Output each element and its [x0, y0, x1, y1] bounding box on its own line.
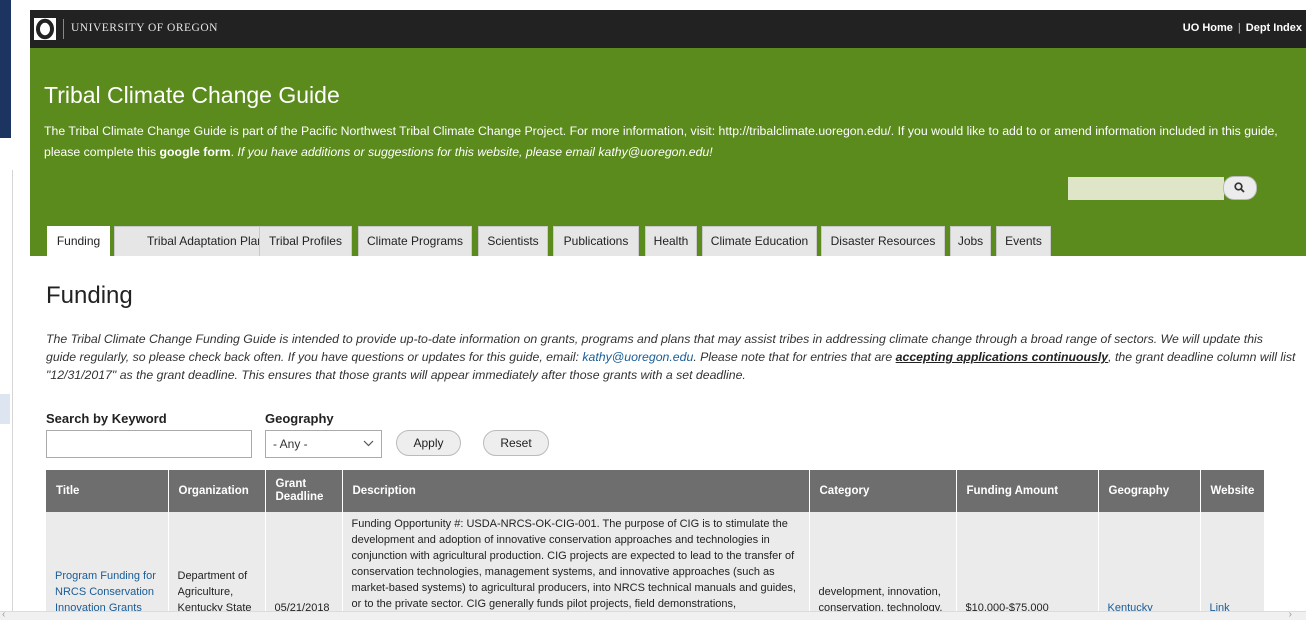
column-header-website[interactable]: Website: [1200, 470, 1265, 512]
organization-cell: Department of Agriculture, Kentucky Stat…: [177, 570, 252, 614]
page-title: Funding: [46, 282, 133, 309]
scroll-right-icon[interactable]: ›: [1289, 609, 1292, 620]
column-header-geography[interactable]: Geography: [1098, 470, 1201, 512]
keyword-label: Search by Keyword: [46, 411, 167, 426]
keyword-search-input[interactable]: [46, 430, 252, 458]
uo-home-link[interactable]: UO Home: [1183, 22, 1233, 34]
uo-logo-icon[interactable]: [34, 18, 56, 40]
column-header-description[interactable]: Description: [342, 470, 810, 512]
site-title[interactable]: Tribal Climate Change Guide: [44, 82, 340, 109]
site-header: Tribal Climate Change Guide The Tribal C…: [30, 48, 1306, 256]
tab-scientists[interactable]: Scientists: [478, 226, 548, 256]
google-form-link[interactable]: google form: [160, 145, 231, 159]
tab-climate-education[interactable]: Climate Education: [702, 226, 817, 256]
geography-label: Geography: [265, 411, 334, 426]
logo-divider: [63, 19, 64, 39]
adjacent-window-divider: [12, 170, 13, 619]
geography-selected-value: - Any -: [273, 437, 308, 451]
site-description: The Tribal Climate Change Guide is part …: [44, 124, 1278, 159]
dept-index-link[interactable]: Dept Index: [1246, 22, 1302, 34]
adjacent-window-edge: [0, 0, 30, 619]
tab-tribal-profiles[interactable]: Tribal Profiles: [259, 226, 352, 256]
table-header-row: Title Organization Grant Deadline Descri…: [46, 470, 1265, 512]
adjacent-window-banner: [0, 0, 11, 138]
site-search-button[interactable]: [1223, 176, 1257, 200]
tab-disaster-resources[interactable]: Disaster Resources: [821, 226, 945, 256]
university-name-link[interactable]: UNIVERSITY OF OREGON: [71, 22, 218, 34]
tab-events[interactable]: Events: [996, 226, 1051, 256]
contact-note: If you have additions or suggestions for…: [237, 145, 713, 159]
adjacent-window-selection: [0, 394, 10, 424]
geography-select[interactable]: - Any -: [265, 430, 382, 458]
grant-title-link[interactable]: Program Funding for NRCS Conservation In…: [55, 570, 156, 614]
column-header-title[interactable]: Title: [46, 470, 169, 512]
accepting-continuously-text: accepting applications continuously: [895, 350, 1109, 364]
funding-table: Title Organization Grant Deadline Descri…: [46, 470, 1265, 616]
site-search-input[interactable]: [1068, 177, 1224, 200]
column-header-funding-amount[interactable]: Funding Amount: [956, 470, 1099, 512]
column-header-category[interactable]: Category: [809, 470, 957, 512]
university-topbar: UNIVERSITY OF OREGON UO Home | Dept Index: [30, 10, 1306, 48]
tab-publications[interactable]: Publications: [553, 226, 639, 256]
search-icon: [1234, 182, 1245, 193]
reset-button[interactable]: Reset: [483, 430, 549, 456]
intro-text: The Tribal Climate Change Funding Guide …: [46, 332, 1296, 382]
tab-health[interactable]: Health: [645, 226, 697, 256]
contact-email-link[interactable]: kathy@uoregon.edu: [582, 350, 693, 364]
tab-climate-programs[interactable]: Climate Programs: [358, 226, 472, 256]
apply-button[interactable]: Apply: [396, 430, 461, 456]
top-links: UO Home | Dept Index: [1182, 22, 1302, 34]
tab-funding[interactable]: Funding: [47, 226, 110, 256]
scroll-left-icon[interactable]: ‹: [2, 609, 5, 620]
column-header-organization[interactable]: Organization: [168, 470, 266, 512]
table-row: Program Funding for NRCS Conservation In…: [46, 512, 1265, 616]
tab-jobs[interactable]: Jobs: [950, 226, 991, 256]
column-header-grant-deadline[interactable]: Grant Deadline: [265, 470, 343, 512]
description-cell: Funding Opportunity #: USDA-NRCS-OK-CIG-…: [351, 518, 796, 610]
chevron-down-icon: [363, 440, 374, 447]
